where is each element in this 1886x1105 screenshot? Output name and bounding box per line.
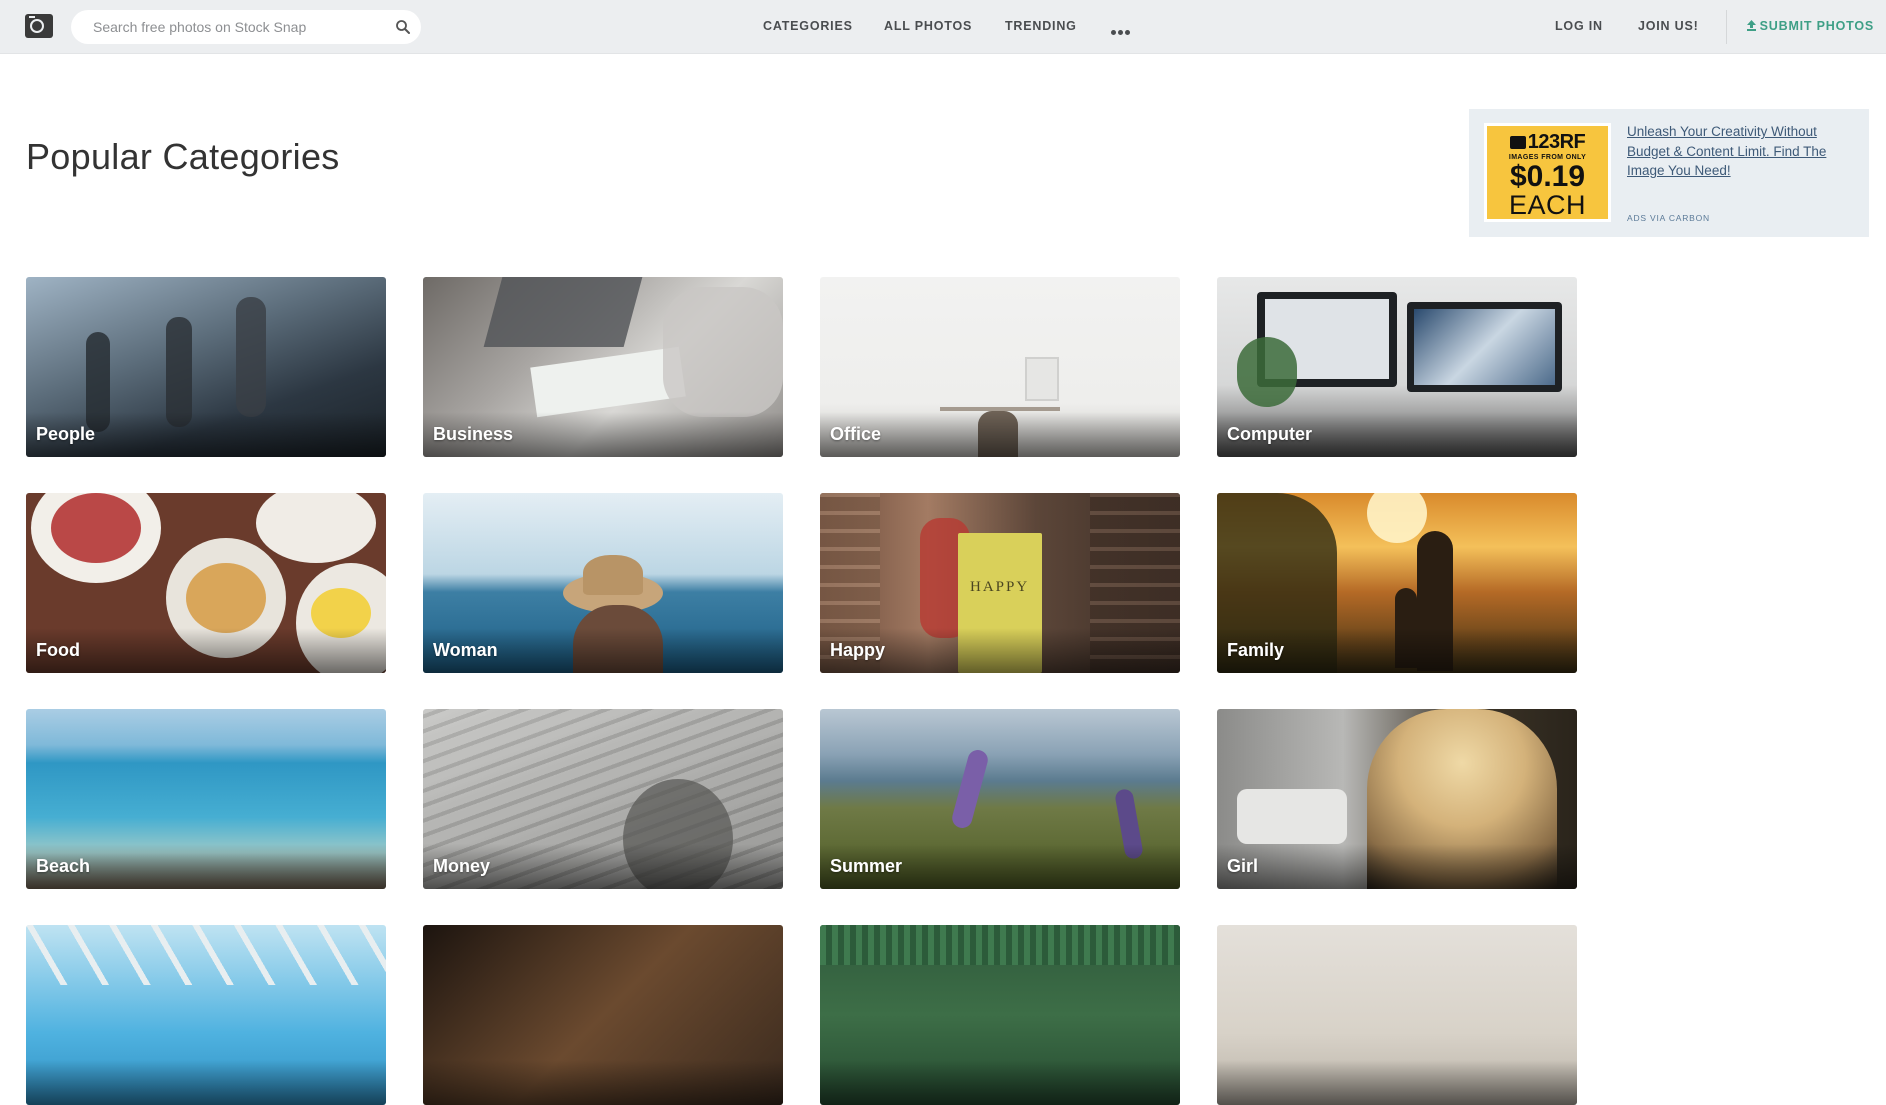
nav-trending[interactable]: TRENDING <box>1005 19 1077 33</box>
nav-all-photos[interactable]: ALL PHOTOS <box>884 19 972 33</box>
tile-label: Woman <box>433 640 498 660</box>
category-tile-office[interactable]: Office <box>820 277 1180 457</box>
tile-label: Business <box>433 424 514 444</box>
search-box <box>71 10 421 44</box>
submit-photos-button[interactable]: SUBMIT PHOTOS <box>1746 19 1874 33</box>
upload-icon <box>1746 20 1756 31</box>
category-tile-row4-2[interactable] <box>423 925 783 1105</box>
category-tile-beach[interactable]: Beach <box>26 709 386 889</box>
ad-brand: 123RF <box>1487 131 1608 154</box>
tile-label: Food <box>36 640 80 660</box>
ad-camera-icon <box>1509 136 1526 149</box>
category-tile-computer[interactable]: Computer <box>1217 277 1577 457</box>
nav-divider <box>1726 10 1727 44</box>
category-tile-family[interactable]: Family <box>1217 493 1577 673</box>
category-tile-money[interactable]: Money <box>423 709 783 889</box>
ad-link[interactable]: Unleash Your Creativity Without Budget &… <box>1627 122 1852 181</box>
search-input[interactable] <box>91 10 381 44</box>
login-link[interactable]: LOG IN <box>1555 19 1603 33</box>
ad-brand-text: 123RF <box>1527 131 1586 153</box>
tile-label: Summer <box>830 856 903 876</box>
join-link[interactable]: JOIN US! <box>1638 19 1699 33</box>
category-tile-row4-1[interactable] <box>26 925 386 1105</box>
tile-label: Happy <box>830 640 886 660</box>
page-title: Popular Categories <box>26 136 340 177</box>
tile-label: Computer <box>1227 424 1312 444</box>
submit-photos-label: SUBMIT PHOTOS <box>1759 19 1874 33</box>
carbon-ad: 123RF IMAGES FROM ONLY $0.19 EACH Unleas… <box>1469 109 1869 237</box>
category-tile-woman[interactable]: Woman <box>423 493 783 673</box>
category-tile-row4-4[interactable] <box>1217 925 1577 1105</box>
category-tile-food[interactable]: Food <box>26 493 386 673</box>
ad-price: $0.19 <box>1509 160 1586 193</box>
top-navigation-bar: CATEGORIES ALL PHOTOS TRENDING LOG IN JO… <box>0 0 1886 54</box>
category-tile-summer[interactable]: Summer <box>820 709 1180 889</box>
category-tile-business[interactable]: Business <box>423 277 783 457</box>
tile-label: People <box>36 424 96 444</box>
category-tile-girl[interactable]: Girl <box>1217 709 1577 889</box>
more-dots-icon[interactable] <box>1111 22 1133 35</box>
tile-label: Beach <box>36 856 91 876</box>
category-tile-happy[interactable]: HAPPY Happy <box>820 493 1180 673</box>
tile-label: Office <box>830 424 882 444</box>
category-tile-people[interactable]: People <box>26 277 386 457</box>
search-icon[interactable] <box>395 19 411 35</box>
ads-via-carbon[interactable]: ADS VIA CARBON <box>1627 213 1710 223</box>
ad-unit: EACH <box>1508 190 1586 220</box>
category-tile-row4-3[interactable] <box>820 925 1180 1105</box>
tile-label: Girl <box>1227 856 1259 876</box>
happy-book-text: HAPPY <box>970 579 1030 595</box>
camera-logo-icon[interactable] <box>25 14 53 38</box>
nav-categories[interactable]: CATEGORIES <box>763 19 853 33</box>
tile-label: Money <box>433 856 491 876</box>
ad-image[interactable]: 123RF IMAGES FROM ONLY $0.19 EACH <box>1484 123 1611 222</box>
tile-label: Family <box>1227 640 1285 660</box>
